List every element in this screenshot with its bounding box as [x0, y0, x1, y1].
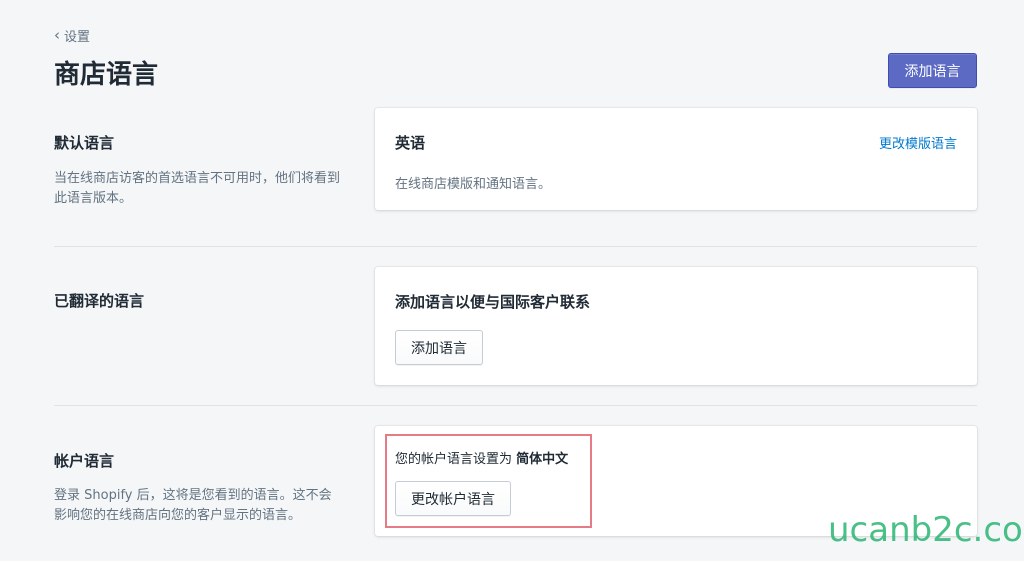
- highlight-box: [385, 434, 592, 528]
- default-language-value: 英语: [395, 134, 426, 152]
- section-divider: [54, 405, 977, 406]
- chevron-left-icon: ‹: [54, 26, 60, 44]
- watermark: ucanb2c.com: [828, 510, 1024, 550]
- section-divider: [54, 246, 977, 247]
- account-language-title: 帐户语言: [54, 452, 115, 470]
- account-language-description: 登录 Shopify 后，这将是您看到的语言。这不会影响您的在线商店向您的客户显…: [54, 488, 332, 523]
- translated-languages-heading: 添加语言以便与国际客户联系: [395, 293, 591, 311]
- default-language-description: 当在线商店访客的首选语言不可用时，他们将看到此语言版本。: [54, 171, 341, 206]
- default-language-card: 英语 更改模版语言 在线商店模版和通知语言。: [375, 108, 977, 210]
- translated-languages-card: 添加语言以便与国际客户联系 添加语言: [375, 267, 977, 385]
- add-language-secondary-button[interactable]: 添加语言: [395, 330, 483, 365]
- default-language-subtitle: 在线商店模版和通知语言。: [395, 177, 552, 192]
- default-language-title: 默认语言: [54, 134, 115, 152]
- translated-languages-title: 已翻译的语言: [54, 292, 145, 310]
- breadcrumb-label[interactable]: 设置: [64, 26, 90, 45]
- add-language-button[interactable]: 添加语言: [888, 53, 977, 88]
- breadcrumb[interactable]: ‹ 设置: [54, 26, 90, 46]
- change-theme-language-link[interactable]: 更改模版语言: [879, 133, 957, 152]
- page-title: 商店语言: [54, 60, 159, 90]
